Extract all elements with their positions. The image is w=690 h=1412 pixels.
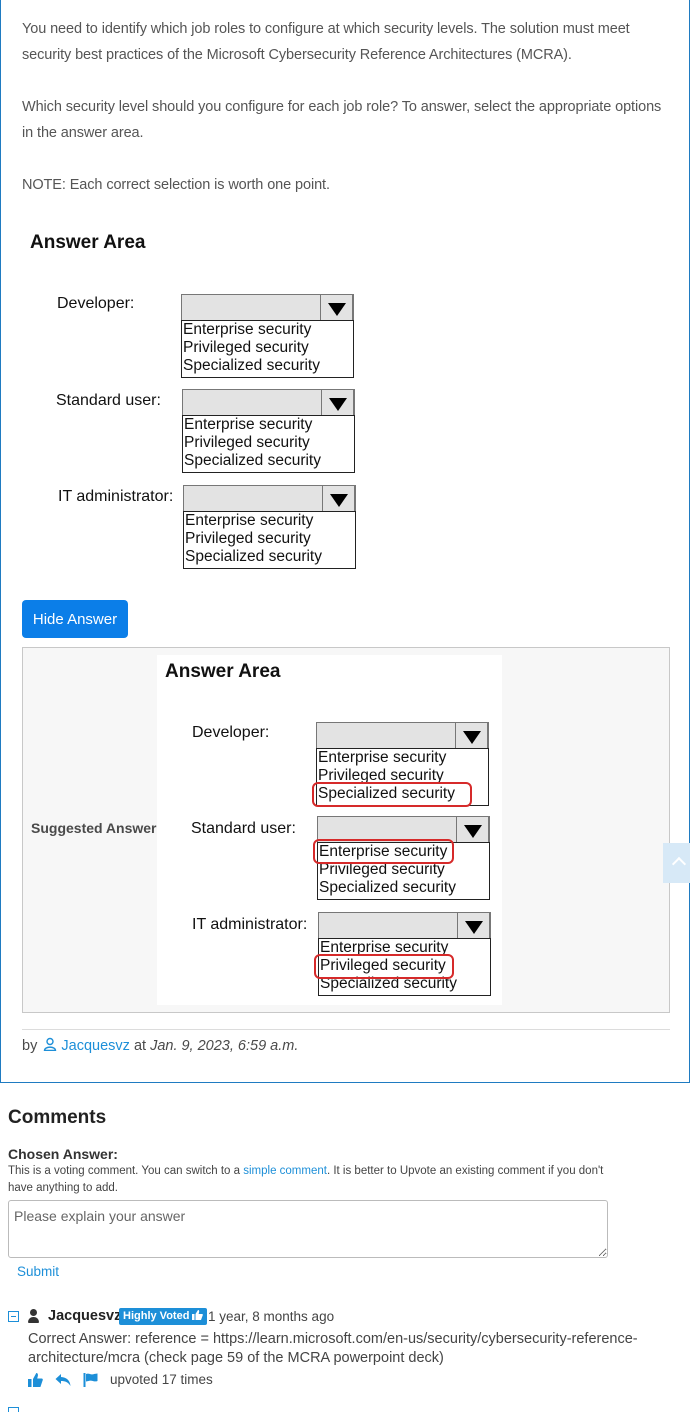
option-enterprise[interactable]: Enterprise security: [184, 512, 355, 530]
chosen-answer-label: Chosen Answer:: [8, 1146, 118, 1162]
reply-icon[interactable]: [55, 1373, 71, 1387]
question-byline: by Jacquesvz at Jan. 9, 2023, 6:59 a.m.: [22, 1037, 298, 1054]
explain-answer-input[interactable]: [8, 1200, 608, 1258]
voting-note-text: This is a voting comment. You can switch…: [8, 1165, 244, 1177]
answer-area-title: Answer Area: [165, 661, 281, 682]
option-privileged[interactable]: Privileged security: [182, 339, 353, 357]
developer-options: Enterprise security Privileged security …: [181, 320, 354, 378]
option-enterprise[interactable]: Enterprise security: [183, 416, 354, 434]
role-label-it-administrator: IT administrator:: [192, 916, 308, 933]
it-administrator-dropdown: [318, 912, 491, 939]
option-specialized[interactable]: Specialized security: [184, 548, 355, 566]
role-label-standard-user: Standard user:: [191, 820, 296, 837]
highly-voted-badge: Highly Voted: [119, 1308, 208, 1325]
chevron-down-icon: [455, 722, 488, 749]
upvote-icon[interactable]: [28, 1373, 43, 1387]
role-label-developer: Developer:: [192, 724, 270, 741]
answer-area-title: Answer Area: [30, 232, 146, 253]
question-note: NOTE: Each correct selection is worth on…: [22, 177, 330, 193]
chevron-down-icon: [456, 816, 489, 843]
hide-answer-button[interactable]: Hide Answer: [22, 600, 128, 638]
suggested-answer-box: Suggested Answer: Answer Area Developer:…: [22, 647, 670, 1013]
collapse-icon[interactable]: [8, 1407, 19, 1412]
question-paragraph-1: You need to identify which job roles to …: [22, 21, 630, 63]
chevron-down-icon[interactable]: [320, 294, 353, 321]
selected-answer-highlight: [312, 782, 472, 807]
suggested-answer-label: Suggested Answer:: [31, 820, 162, 836]
collapse-icon[interactable]: [8, 1311, 19, 1322]
option-privileged[interactable]: Privileged security: [183, 434, 354, 452]
comment-body: Correct Answer: reference = https://lear…: [28, 1331, 638, 1366]
developer-dropdown[interactable]: [181, 294, 354, 321]
option-specialized: Specialized security: [319, 879, 456, 896]
option-privileged[interactable]: Privileged security: [184, 530, 355, 548]
question-paragraph-2: Which security level should you configur…: [22, 99, 662, 141]
it-administrator-options: Enterprise security Privileged security …: [183, 511, 356, 569]
upvote-count: upvoted 17 times: [110, 1372, 213, 1387]
developer-dropdown: [316, 722, 489, 749]
voting-note: This is a voting comment. You can switch…: [8, 1163, 618, 1197]
person-icon: [27, 1309, 41, 1324]
standard-user-dropdown[interactable]: [182, 389, 355, 416]
role-label-standard-user: Standard user:: [56, 392, 161, 409]
option-specialized[interactable]: Specialized security: [183, 452, 354, 470]
standard-user-options: Enterprise security Privileged security …: [182, 415, 355, 473]
role-label-developer: Developer:: [57, 295, 135, 312]
option-specialized[interactable]: Specialized security: [182, 357, 353, 375]
flag-icon[interactable]: [83, 1373, 98, 1387]
scroll-to-top-button[interactable]: [663, 843, 690, 883]
submit-link[interactable]: Submit: [17, 1264, 59, 1279]
selected-answer-highlight: [314, 954, 454, 979]
comment-user[interactable]: Jacquesvz: [48, 1308, 121, 1324]
question-answer-area: Answer Area Developer: Enterprise securi…: [21, 222, 361, 572]
role-label-it-administrator: IT administrator:: [58, 488, 174, 505]
option-enterprise[interactable]: Enterprise security: [182, 321, 353, 339]
byline-user-link[interactable]: Jacquesvz: [61, 1038, 130, 1054]
chevron-down-icon[interactable]: [321, 389, 354, 416]
chevron-down-icon: [457, 912, 490, 939]
divider: [22, 1029, 670, 1030]
next-comment-partial: [8, 1405, 308, 1412]
selected-answer-highlight: [313, 839, 454, 864]
it-administrator-dropdown[interactable]: [183, 485, 356, 512]
suggested-answer-area: Answer Area Developer: Enterprise securi…: [157, 655, 502, 1005]
thumbs-up-icon: [192, 1310, 204, 1320]
comment-time: 1 year, 8 months ago: [208, 1309, 335, 1324]
byline-by: by: [22, 1038, 38, 1054]
user-icon: [44, 1037, 57, 1052]
byline-date: Jan. 9, 2023, 6:59 a.m.: [150, 1038, 299, 1054]
badge-text: Highly Voted: [123, 1310, 190, 1322]
chevron-down-icon[interactable]: [322, 485, 355, 512]
question-card: You need to identify which job roles to …: [0, 0, 690, 1083]
simple-comment-link[interactable]: simple comment: [243, 1165, 327, 1177]
byline-at: at: [133, 1038, 147, 1054]
option-enterprise: Enterprise security: [318, 749, 447, 766]
comments-title: Comments: [8, 1107, 107, 1128]
